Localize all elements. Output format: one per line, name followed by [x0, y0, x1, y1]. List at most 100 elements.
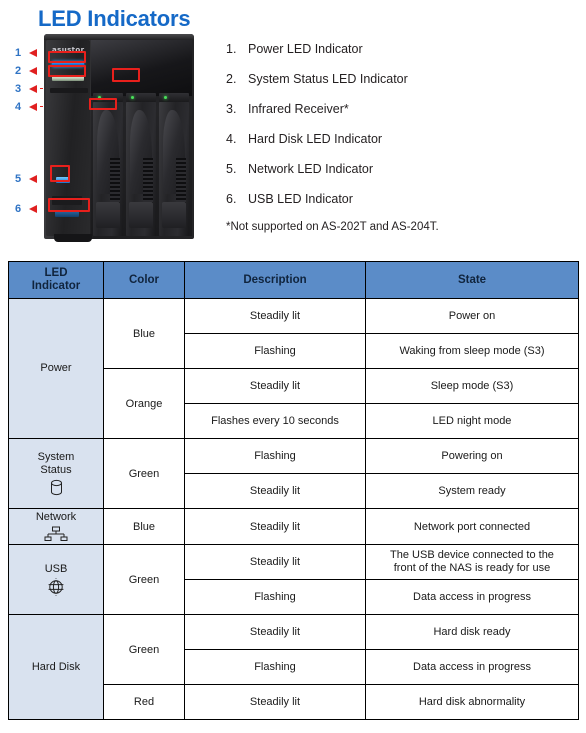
highlight-box-power-led — [48, 51, 86, 63]
footnote: *Not supported on AS-202T and AS-204T. — [226, 221, 439, 233]
list-item-3-index: 3. — [226, 102, 237, 116]
indicator-label-hard-disk: Hard Disk — [31, 660, 81, 673]
drive-bay-1-vents — [110, 158, 120, 204]
color-cell-blue-network: Blue — [103, 508, 185, 545]
color-cell-green-usb: Green — [103, 544, 185, 615]
callout-1-number: 1 — [14, 47, 22, 59]
nas-foot — [54, 234, 92, 242]
indicator-cell-usb: USB — [8, 544, 104, 615]
state-cell: LED night mode — [365, 403, 579, 439]
indicator-cell-power: Power — [8, 298, 104, 439]
description-cell: Steadily lit — [184, 508, 366, 545]
drive-bay-2 — [126, 93, 156, 236]
list-item-3-label: Infrared Receiver* — [248, 102, 349, 116]
column-header-color: Color — [103, 261, 185, 299]
description-cell: Flashing — [184, 649, 366, 685]
drive-bay-2-handle — [129, 202, 153, 228]
highlight-box-usb-led — [48, 198, 90, 212]
column-header-led-indicator: LED Indicator — [8, 261, 104, 299]
drive-bay-1-handle — [96, 202, 120, 228]
list-item-4-index: 4. — [226, 132, 237, 146]
database-cylinder-icon — [50, 479, 62, 496]
usb-globe-icon — [48, 578, 64, 596]
color-cell-orange-power: Orange — [103, 368, 185, 439]
color-cell-red-hard-disk: Red — [103, 684, 185, 720]
highlight-box-hard-disk-led — [89, 98, 117, 110]
led-indicators-page: LED Indicators 1 2 3 4 5 6 asustor 1. Po… — [0, 0, 586, 733]
state-cell: The USB device connected to the front of… — [365, 544, 579, 580]
indicator-label-usb: USB — [44, 563, 68, 575]
color-cell-blue-power: Blue — [103, 298, 185, 369]
column-header-description: Description — [184, 261, 366, 299]
drive-bay-1 — [93, 93, 123, 236]
front-glass-panel — [91, 40, 192, 96]
description-cell: Steadily lit — [184, 614, 366, 650]
column-header-state: State — [365, 261, 579, 299]
list-item-power: 1. Power LED Indicator — [226, 42, 576, 57]
state-cell: Network port connected — [365, 508, 579, 545]
description-cell: Flashing — [184, 438, 366, 474]
list-item-5-label: Network LED Indicator — [248, 162, 374, 176]
state-cell: Hard disk abnormality — [365, 684, 579, 720]
description-cell: Steadily lit — [184, 544, 366, 580]
indicator-cell-hard-disk: Hard Disk — [8, 614, 104, 720]
color-cell-green-system-status: Green — [103, 438, 185, 509]
table-row: Network Blue Steadily lit Network port c… — [8, 508, 579, 545]
state-cell: System ready — [365, 473, 579, 509]
description-cell: Flashing — [184, 333, 366, 369]
list-item-system-status: 2. System Status LED Indicator — [226, 72, 576, 87]
description-cell: Flashes every 10 seconds — [184, 403, 366, 439]
list-item-infrared-receiver: 3. Infrared Receiver* — [226, 102, 576, 117]
state-cell: Power on — [365, 298, 579, 334]
network-tree-icon — [44, 526, 68, 541]
state-cell: Powering on — [365, 438, 579, 474]
indicator-label-system-status-line1: System — [37, 451, 75, 463]
column-header-led-indicator-line1: LED — [44, 267, 68, 279]
table-row: Power Blue Steadily lit Power on — [8, 298, 579, 439]
page-title: LED Indicators — [38, 6, 191, 31]
list-item-6-index: 6. — [226, 192, 237, 206]
highlight-box-network-led — [50, 165, 70, 182]
color-cell-green-hard-disk: Green — [103, 614, 185, 685]
description-cell: Steadily lit — [184, 368, 366, 404]
indicator-label-network: Network — [35, 511, 77, 523]
state-cell: Hard disk ready — [365, 614, 579, 650]
callout-3-number: 3 — [14, 83, 22, 95]
column-header-led-indicator-line2: Indicator — [31, 280, 81, 292]
list-item-2-label: System Status LED Indicator — [248, 72, 408, 86]
list-item-2-index: 2. — [226, 72, 237, 86]
drive-bay-2-led-icon — [131, 96, 134, 99]
state-cell: Data access in progress — [365, 649, 579, 685]
state-cell-line2: front of the NAS is ready for use — [393, 562, 551, 574]
table-row: USB Green Steadily lit The USB device co… — [8, 544, 579, 615]
description-cell: Steadily lit — [184, 473, 366, 509]
callout-6-number: 6 — [14, 203, 22, 215]
state-cell: Sleep mode (S3) — [365, 368, 579, 404]
state-cell: Data access in progress — [365, 579, 579, 615]
description-cell: Steadily lit — [184, 298, 366, 334]
list-item-usb: 6. USB LED Indicator — [226, 192, 576, 207]
nas-front-figure: 1 2 3 4 5 6 asustor — [0, 32, 215, 247]
description-cell: Flashing — [184, 579, 366, 615]
list-item-6-label: USB LED Indicator — [248, 192, 353, 206]
indicator-list: 1. Power LED Indicator 2. System Status … — [226, 42, 576, 222]
callout-4-number: 4 — [14, 101, 22, 113]
highlight-box-system-status-led — [48, 65, 86, 77]
table-row: System Status Green Flashing Powering on — [8, 438, 579, 509]
drive-bay-2-vents — [143, 158, 153, 204]
list-item-hard-disk: 4. Hard Disk LED Indicator — [226, 132, 576, 147]
table-header-row: LED Indicator Color Description State — [8, 261, 579, 299]
drive-bay-3-vents — [176, 158, 186, 204]
state-cell-line1: The USB device connected to the — [390, 549, 554, 561]
led-indicator-table: LED Indicator Color Description State Po… — [8, 261, 579, 720]
indicator-cell-system-status: System Status — [8, 438, 104, 509]
drive-bay-3-handle — [162, 202, 186, 228]
state-cell: Waking from sleep mode (S3) — [365, 333, 579, 369]
drive-bay-3-led-icon — [164, 96, 167, 99]
highlight-box-infrared-receiver — [112, 68, 140, 82]
drive-bay-group — [91, 40, 192, 236]
callout-2-number: 2 — [14, 65, 22, 77]
callout-5-number: 5 — [14, 173, 22, 185]
infrared-receiver — [50, 88, 88, 93]
list-item-5-index: 5. — [226, 162, 237, 176]
